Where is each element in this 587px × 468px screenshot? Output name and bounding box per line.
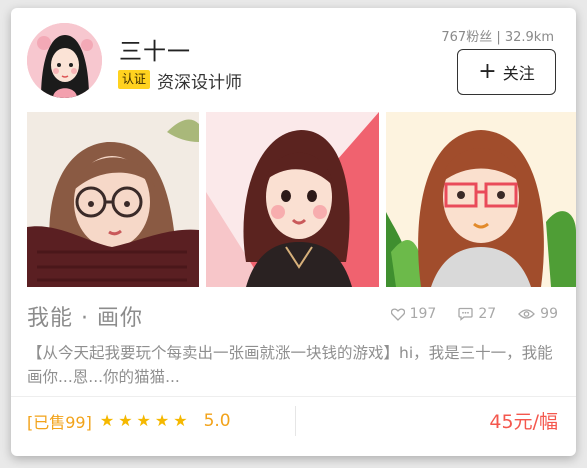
artwork-illustration-3 bbox=[386, 112, 576, 287]
star-icon: ★ bbox=[118, 411, 133, 430]
plus-icon: + bbox=[478, 59, 497, 84]
eye-icon bbox=[518, 309, 536, 319]
views-count: 99 bbox=[540, 306, 558, 322]
star-icon: ★ bbox=[154, 411, 170, 430]
designer-card[interactable]: 三十一 认证 资深设计师 767粉丝 | 32.9km + 关注 我能 · 画你… bbox=[11, 8, 576, 456]
artwork-gallery bbox=[27, 112, 576, 287]
star-rating: ★ ★ ★ ★ ★ bbox=[100, 413, 188, 429]
designer-title: 资深设计师 bbox=[157, 73, 242, 93]
work-metrics: 197 27 99 bbox=[390, 306, 558, 322]
follow-label: 关注 bbox=[502, 64, 535, 83]
artwork-illustration-2 bbox=[206, 112, 379, 287]
sales-rating: [已售99] ★ ★ ★ ★ ★ 5.0 bbox=[27, 409, 231, 433]
rating-value: 5.0 bbox=[203, 411, 231, 431]
comments-metric[interactable]: 27 bbox=[458, 306, 496, 322]
star-icon: ★ bbox=[136, 411, 151, 430]
artwork-image-2[interactable] bbox=[206, 112, 379, 287]
work-title[interactable]: 我能 · 画你 bbox=[27, 300, 143, 332]
heart-icon bbox=[390, 308, 405, 321]
star-icon: ★ bbox=[99, 411, 115, 430]
sold-count: [已售99] bbox=[27, 413, 92, 432]
artwork-illustration-1 bbox=[27, 112, 199, 287]
avatar-illustration bbox=[27, 23, 102, 98]
price[interactable]: 45元/幅 bbox=[489, 407, 558, 434]
verified-badge: 认证 bbox=[118, 70, 151, 89]
comment-icon bbox=[458, 307, 473, 321]
star-icon: ★ bbox=[173, 411, 188, 430]
work-description: 【从今天起我要玩个每卖出一张画就涨一块钱的游戏】hi，我是三十一，我能画你...… bbox=[27, 344, 553, 386]
likes-metric[interactable]: 197 bbox=[390, 306, 437, 322]
comments-count: 27 bbox=[478, 306, 497, 322]
footer-vertical-divider bbox=[295, 406, 296, 436]
footer-divider bbox=[11, 396, 576, 397]
likes-count: 197 bbox=[409, 306, 437, 322]
follow-button[interactable]: + 关注 bbox=[457, 49, 556, 95]
designer-stats: 767粉丝 | 32.9km bbox=[441, 30, 554, 45]
artwork-image-3[interactable] bbox=[386, 112, 576, 287]
artwork-image-1[interactable] bbox=[27, 112, 199, 287]
views-metric: 99 bbox=[518, 306, 558, 322]
avatar[interactable] bbox=[27, 23, 102, 98]
designer-name[interactable]: 三十一 bbox=[119, 32, 191, 66]
